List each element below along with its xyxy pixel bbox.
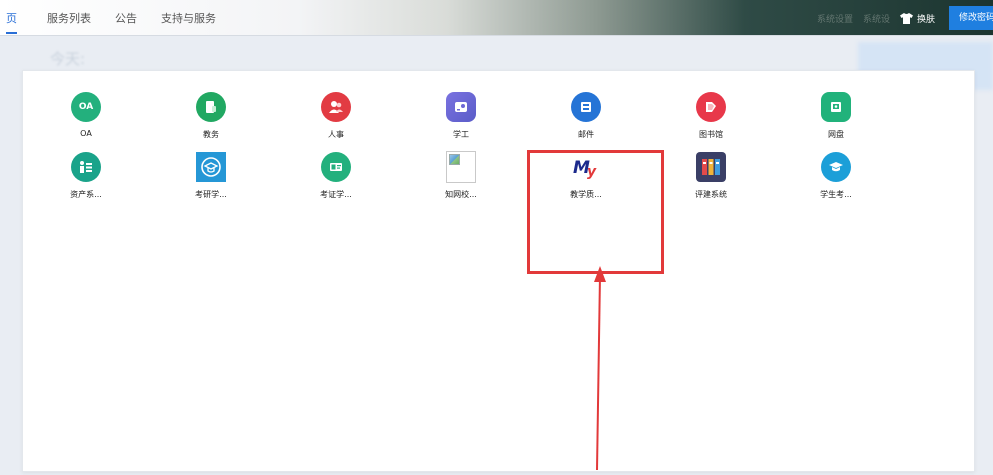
annotation-arrow — [594, 266, 606, 471]
